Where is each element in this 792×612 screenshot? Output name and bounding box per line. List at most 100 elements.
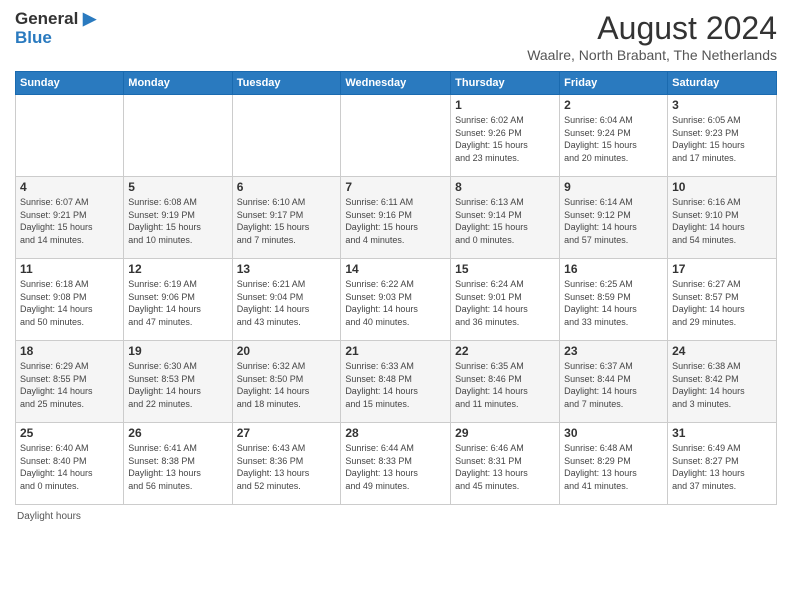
day-info: Sunrise: 6:38 AM Sunset: 8:42 PM Dayligh…	[672, 360, 772, 410]
day-info: Sunrise: 6:08 AM Sunset: 9:19 PM Dayligh…	[128, 196, 227, 246]
day-info: Sunrise: 6:02 AM Sunset: 9:26 PM Dayligh…	[455, 114, 555, 164]
logo-blue-text: ▶	[78, 9, 96, 28]
day-number: 10	[672, 180, 772, 194]
day-number: 31	[672, 426, 772, 440]
calendar-cell	[232, 95, 341, 177]
day-number: 22	[455, 344, 555, 358]
calendar-cell: 11 Sunrise: 6:18 AM Sunset: 9:08 PM Dayli…	[16, 259, 124, 341]
calendar-cell: 17Sunrise: 6:27 AM Sunset: 8:57 PM Dayli…	[668, 259, 777, 341]
title-section: August 2024 Waalre, North Brabant, The N…	[527, 10, 777, 63]
day-info: Sunrise: 6:49 AM Sunset: 8:27 PM Dayligh…	[672, 442, 772, 492]
calendar-cell: 30 Sunrise: 6:48 AM Sunset: 8:29 PM Dayli…	[560, 423, 668, 505]
day-info: Sunrise: 6:25 AM Sunset: 8:59 PM Dayligh…	[564, 278, 663, 328]
calendar-cell: 31 Sunrise: 6:49 AM Sunset: 8:27 PM Dayli…	[668, 423, 777, 505]
calendar-cell: 13Sunrise: 6:21 AM Sunset: 9:04 PM Dayli…	[232, 259, 341, 341]
day-number: 15	[455, 262, 555, 276]
daylight-label: Daylight hours	[17, 511, 81, 522]
day-number: 24	[672, 344, 772, 358]
calendar-cell: 24 Sunrise: 6:38 AM Sunset: 8:42 PM Dayli…	[668, 341, 777, 423]
column-header-thursday: Thursday	[451, 72, 560, 95]
day-info: Sunrise: 6:10 AM Sunset: 9:17 PM Dayligh…	[237, 196, 337, 246]
subtitle: Waalre, North Brabant, The Netherlands	[527, 47, 777, 63]
calendar-header: SundayMondayTuesdayWednesdayThursdayFrid…	[16, 72, 777, 95]
day-number: 6	[237, 180, 337, 194]
day-info: Sunrise: 6:48 AM Sunset: 8:29 PM Dayligh…	[564, 442, 663, 492]
day-number: 5	[128, 180, 227, 194]
calendar-cell: 28 Sunrise: 6:44 AM Sunset: 8:33 PM Dayli…	[341, 423, 451, 505]
logo-text-block: General ▶ Blue	[15, 10, 96, 47]
calendar-cell	[124, 95, 232, 177]
calendar-week-2: 4 Sunrise: 6:07 AM Sunset: 9:21 PM Daylig…	[16, 177, 777, 259]
day-info: Sunrise: 6:07 AM Sunset: 9:21 PM Dayligh…	[20, 196, 119, 246]
day-info: Sunrise: 6:14 AM Sunset: 9:12 PM Dayligh…	[564, 196, 663, 246]
calendar-week-5: 25 Sunrise: 6:40 AM Sunset: 8:40 PM Dayli…	[16, 423, 777, 505]
calendar-cell	[341, 95, 451, 177]
column-header-friday: Friday	[560, 72, 668, 95]
day-number: 1	[455, 98, 555, 112]
day-number: 18	[20, 344, 119, 358]
logo-blue: Blue	[15, 29, 96, 48]
calendar-cell: 6 Sunrise: 6:10 AM Sunset: 9:17 PM Daylig…	[232, 177, 341, 259]
day-number: 21	[345, 344, 446, 358]
header-row: SundayMondayTuesdayWednesdayThursdayFrid…	[16, 72, 777, 95]
page: General ▶ Blue August 2024 Waalre, North…	[0, 0, 792, 612]
day-info: Sunrise: 6:41 AM Sunset: 8:38 PM Dayligh…	[128, 442, 227, 492]
day-info: Sunrise: 6:19 AM Sunset: 9:06 PM Dayligh…	[128, 278, 227, 328]
day-info: Sunrise: 6:18 AM Sunset: 9:08 PM Dayligh…	[20, 278, 119, 328]
column-header-wednesday: Wednesday	[341, 72, 451, 95]
calendar-cell: 21 Sunrise: 6:33 AM Sunset: 8:48 PM Dayli…	[341, 341, 451, 423]
calendar-cell: 22 Sunrise: 6:35 AM Sunset: 8:46 PM Dayli…	[451, 341, 560, 423]
day-info: Sunrise: 6:46 AM Sunset: 8:31 PM Dayligh…	[455, 442, 555, 492]
calendar-body: 1 Sunrise: 6:02 AM Sunset: 9:26 PM Daylig…	[16, 95, 777, 505]
day-number: 23	[564, 344, 663, 358]
calendar-cell: 2 Sunrise: 6:04 AM Sunset: 9:24 PM Daylig…	[560, 95, 668, 177]
day-number: 25	[20, 426, 119, 440]
day-info: Sunrise: 6:40 AM Sunset: 8:40 PM Dayligh…	[20, 442, 119, 492]
day-info: Sunrise: 6:16 AM Sunset: 9:10 PM Dayligh…	[672, 196, 772, 246]
day-info: Sunrise: 6:04 AM Sunset: 9:24 PM Dayligh…	[564, 114, 663, 164]
calendar-cell: 4 Sunrise: 6:07 AM Sunset: 9:21 PM Daylig…	[16, 177, 124, 259]
calendar-cell: 1 Sunrise: 6:02 AM Sunset: 9:26 PM Daylig…	[451, 95, 560, 177]
day-info: Sunrise: 6:35 AM Sunset: 8:46 PM Dayligh…	[455, 360, 555, 410]
day-number: 29	[455, 426, 555, 440]
day-number: 13	[237, 262, 337, 276]
calendar-cell	[16, 95, 124, 177]
calendar-cell: 8Sunrise: 6:13 AM Sunset: 9:14 PM Daylig…	[451, 177, 560, 259]
header: General ▶ Blue August 2024 Waalre, North…	[15, 10, 777, 63]
calendar-cell: 7Sunrise: 6:11 AM Sunset: 9:16 PM Daylig…	[341, 177, 451, 259]
day-number: 3	[672, 98, 772, 112]
calendar-cell: 9Sunrise: 6:14 AM Sunset: 9:12 PM Daylig…	[560, 177, 668, 259]
calendar-cell: 12 Sunrise: 6:19 AM Sunset: 9:06 PM Dayli…	[124, 259, 232, 341]
column-header-monday: Monday	[124, 72, 232, 95]
logo: General ▶ Blue	[15, 10, 96, 47]
logo-general: General ▶	[15, 10, 96, 29]
day-number: 4	[20, 180, 119, 194]
day-number: 19	[128, 344, 227, 358]
day-number: 26	[128, 426, 227, 440]
calendar-table: SundayMondayTuesdayWednesdayThursdayFrid…	[15, 71, 777, 505]
day-number: 12	[128, 262, 227, 276]
day-number: 27	[237, 426, 337, 440]
calendar-cell: 5 Sunrise: 6:08 AM Sunset: 9:19 PM Daylig…	[124, 177, 232, 259]
day-info: Sunrise: 6:29 AM Sunset: 8:55 PM Dayligh…	[20, 360, 119, 410]
day-info: Sunrise: 6:44 AM Sunset: 8:33 PM Dayligh…	[345, 442, 446, 492]
day-number: 2	[564, 98, 663, 112]
day-info: Sunrise: 6:11 AM Sunset: 9:16 PM Dayligh…	[345, 196, 446, 246]
calendar-cell: 10 Sunrise: 6:16 AM Sunset: 9:10 PM Dayli…	[668, 177, 777, 259]
column-header-saturday: Saturday	[668, 72, 777, 95]
day-number: 28	[345, 426, 446, 440]
calendar-week-1: 1 Sunrise: 6:02 AM Sunset: 9:26 PM Daylig…	[16, 95, 777, 177]
calendar-cell: 16Sunrise: 6:25 AM Sunset: 8:59 PM Dayli…	[560, 259, 668, 341]
day-number: 14	[345, 262, 446, 276]
day-number: 17	[672, 262, 772, 276]
main-title: August 2024	[527, 10, 777, 47]
day-info: Sunrise: 6:30 AM Sunset: 8:53 PM Dayligh…	[128, 360, 227, 410]
day-number: 11	[20, 262, 119, 276]
column-header-sunday: Sunday	[16, 72, 124, 95]
day-info: Sunrise: 6:33 AM Sunset: 8:48 PM Dayligh…	[345, 360, 446, 410]
calendar-cell: 18 Sunrise: 6:29 AM Sunset: 8:55 PM Dayli…	[16, 341, 124, 423]
calendar-week-3: 11 Sunrise: 6:18 AM Sunset: 9:08 PM Dayli…	[16, 259, 777, 341]
day-number: 30	[564, 426, 663, 440]
day-info: Sunrise: 6:43 AM Sunset: 8:36 PM Dayligh…	[237, 442, 337, 492]
calendar-cell: 26 Sunrise: 6:41 AM Sunset: 8:38 PM Dayli…	[124, 423, 232, 505]
